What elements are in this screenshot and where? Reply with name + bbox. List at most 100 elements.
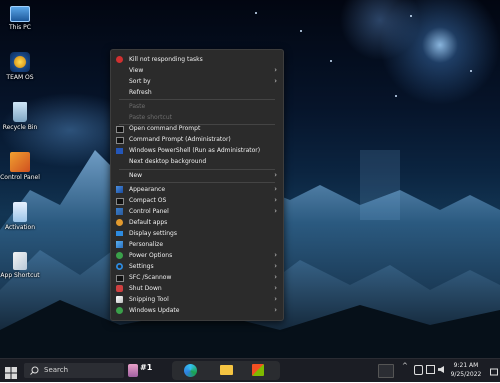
menu-item-label: New bbox=[129, 172, 143, 179]
menu-item-label: Display settings bbox=[129, 230, 177, 237]
menu-item-kill-tasks[interactable]: Kill not responding tasks bbox=[111, 54, 283, 65]
desktop-icon-label: Activation bbox=[4, 224, 36, 231]
desktop-icon-this-pc[interactable]: This PC bbox=[0, 6, 40, 31]
notification-icon[interactable] bbox=[490, 364, 498, 376]
security-icon[interactable] bbox=[414, 365, 423, 375]
menu-item-label: Personalize bbox=[129, 241, 164, 248]
cmd-admin-icon bbox=[116, 137, 124, 144]
shutdown-icon bbox=[116, 285, 123, 292]
default-apps-icon bbox=[116, 219, 123, 226]
display-icon bbox=[116, 231, 123, 236]
menu-item-next-background[interactable]: Next desktop background bbox=[111, 156, 283, 167]
chevron-right-icon: › bbox=[274, 295, 277, 303]
keyboard-icon[interactable] bbox=[378, 364, 394, 378]
file-explorer-icon[interactable] bbox=[220, 365, 233, 375]
menu-item-paste-shortcut[interactable]: Paste shortcut bbox=[111, 112, 283, 123]
menu-item-sort-by[interactable]: Sort by › bbox=[111, 76, 283, 87]
menu-item-sfc-scannow[interactable]: SFC /Scannow › bbox=[111, 272, 283, 283]
character-icon bbox=[128, 364, 138, 377]
menu-item-control-panel[interactable]: Control Panel › bbox=[111, 206, 283, 217]
taskbar: Search #1 ^ 9:21 AM 9/25/2022 bbox=[0, 358, 500, 382]
menu-item-label: Command Prompt (Administrator) bbox=[129, 136, 231, 143]
menu-item-settings[interactable]: Settings › bbox=[111, 261, 283, 272]
kill-task-icon bbox=[116, 56, 123, 63]
menu-item-snipping-tool[interactable]: Snipping Tool › bbox=[111, 294, 283, 305]
menu-item-label: Next desktop background bbox=[129, 158, 207, 165]
sfc-icon bbox=[116, 275, 124, 282]
desktop-icon-team-os[interactable]: TEAM OS bbox=[0, 52, 40, 81]
update-icon bbox=[116, 307, 123, 314]
team-os-icon bbox=[10, 52, 30, 72]
desktop-icon-control-panel[interactable]: Control Panel bbox=[0, 152, 40, 181]
chevron-right-icon: › bbox=[274, 306, 277, 314]
menu-item-display-settings[interactable]: Display settings bbox=[111, 228, 283, 239]
personalize-icon bbox=[116, 241, 123, 248]
snipping-icon bbox=[116, 296, 123, 303]
chevron-right-icon: › bbox=[274, 196, 277, 204]
menu-item-label: Appearance bbox=[129, 186, 166, 193]
taskbar-search-box[interactable]: Search bbox=[24, 363, 124, 378]
menu-item-label: Control Panel bbox=[129, 208, 169, 215]
search-highlight-badge[interactable]: #1 bbox=[128, 362, 158, 379]
menu-item-default-apps[interactable]: Default apps bbox=[111, 217, 283, 228]
menu-item-label: Sort by bbox=[129, 78, 151, 85]
menu-item-label: Power Options bbox=[129, 252, 173, 259]
menu-item-shut-down[interactable]: Shut Down › bbox=[111, 283, 283, 294]
menu-separator bbox=[119, 182, 275, 183]
document-icon bbox=[13, 202, 27, 222]
chevron-right-icon: › bbox=[274, 251, 277, 259]
network-icon[interactable] bbox=[426, 365, 435, 374]
desktop-icon-recycle-bin[interactable]: Recycle Bin bbox=[0, 102, 40, 131]
star bbox=[330, 60, 332, 62]
menu-item-windows-update[interactable]: Windows Update › bbox=[111, 305, 283, 316]
menu-item-powershell-admin[interactable]: Windows PowerShell (Run as Administrator… bbox=[111, 145, 283, 156]
chevron-right-icon: › bbox=[274, 262, 277, 270]
desktop-icon-activation[interactable]: Activation bbox=[0, 202, 40, 231]
menu-item-appearance[interactable]: Appearance › bbox=[111, 184, 283, 195]
menu-item-label: Settings bbox=[129, 263, 154, 270]
volume-icon[interactable] bbox=[438, 366, 444, 373]
start-button[interactable] bbox=[5, 364, 17, 379]
menu-item-label: Windows PowerShell (Run as Administrator… bbox=[129, 147, 261, 154]
windows-logo-icon bbox=[5, 367, 17, 379]
star bbox=[255, 12, 257, 14]
menu-item-paste[interactable]: Paste bbox=[111, 101, 283, 112]
store-icon[interactable] bbox=[252, 364, 264, 376]
search-icon bbox=[30, 366, 39, 375]
menu-separator bbox=[119, 99, 275, 100]
menu-item-new[interactable]: New › bbox=[111, 170, 283, 181]
desktop-icon-label: TEAM OS bbox=[6, 74, 34, 81]
control-panel-icon bbox=[10, 152, 30, 172]
shortcut-icon bbox=[13, 252, 27, 270]
appearance-icon bbox=[116, 186, 123, 193]
desktop-icon-app-shortcut[interactable]: App Shortcut bbox=[0, 252, 40, 279]
desktop-icon-label: Control Panel bbox=[0, 174, 40, 181]
menu-item-compact-os[interactable]: Compact OS › bbox=[111, 195, 283, 206]
badge-text: #1 bbox=[140, 363, 153, 372]
chevron-right-icon: › bbox=[274, 207, 277, 215]
menu-item-view[interactable]: View › bbox=[111, 65, 283, 76]
edge-icon[interactable] bbox=[184, 364, 197, 377]
star bbox=[410, 15, 412, 17]
menu-item-power-options[interactable]: Power Options › bbox=[111, 250, 283, 261]
menu-item-label: Snipping Tool bbox=[129, 296, 169, 303]
menu-item-label: Windows Update bbox=[129, 307, 180, 314]
system-clock[interactable]: 9:21 AM 9/25/2022 bbox=[446, 361, 486, 379]
menu-item-cmd-admin[interactable]: Command Prompt (Administrator) bbox=[111, 134, 283, 145]
chevron-right-icon: › bbox=[274, 284, 277, 292]
chevron-right-icon: › bbox=[274, 66, 277, 74]
tray-overflow-chevron[interactable]: ^ bbox=[402, 362, 408, 370]
star bbox=[395, 95, 397, 97]
chevron-right-icon: › bbox=[274, 273, 277, 281]
menu-item-refresh[interactable]: Refresh bbox=[111, 87, 283, 98]
menu-item-label: Default apps bbox=[129, 219, 168, 226]
star bbox=[300, 30, 302, 32]
cmd-icon bbox=[116, 126, 124, 133]
star bbox=[470, 70, 472, 72]
menu-item-label: Kill not responding tasks bbox=[129, 56, 203, 63]
desktop-icon-label: Recycle Bin bbox=[2, 124, 38, 131]
menu-item-personalize[interactable]: Personalize bbox=[111, 239, 283, 250]
power-options-icon bbox=[116, 252, 123, 259]
menu-item-open-cmd[interactable]: Open command Prompt bbox=[111, 123, 283, 134]
menu-item-label: Compact OS bbox=[129, 197, 167, 204]
